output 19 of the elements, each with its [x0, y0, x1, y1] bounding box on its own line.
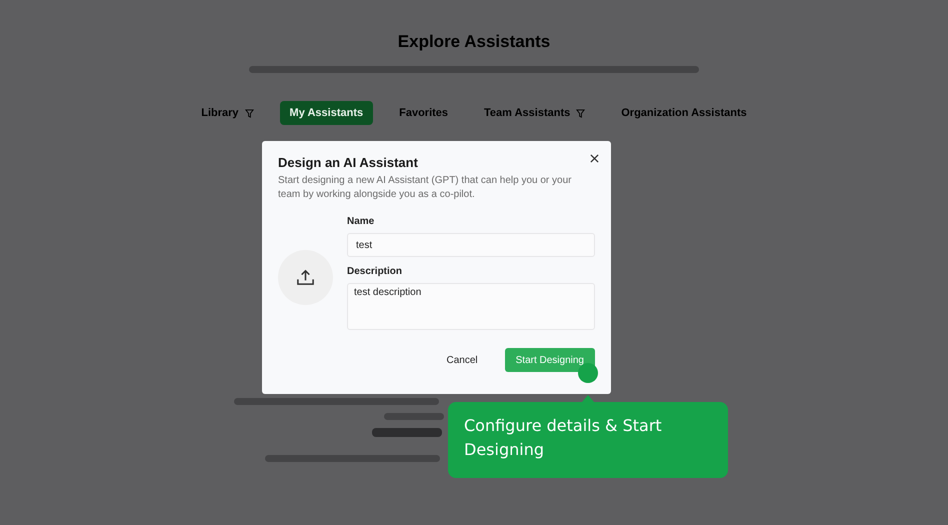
start-button[interactable]: Start Designing	[504, 348, 595, 372]
description-field[interactable]: test description	[347, 283, 595, 330]
dialog-description: Start designing a new AI Assistant (GPT) that can help you or your team by working alongside you as a co-pilot.	[278, 174, 572, 202]
blurred-text-line	[384, 413, 444, 420]
blurred-text-line	[372, 428, 442, 437]
tab[interactable]: My Assistants	[280, 101, 374, 125]
upload-icon	[296, 268, 315, 287]
tooltip-text: Configure details & Start Designing	[464, 416, 662, 459]
close-icon[interactable]	[590, 154, 599, 163]
name-field[interactable]: test	[347, 233, 595, 257]
page-title: Explore Assistants	[398, 32, 550, 52]
tab[interactable]: Library	[191, 101, 264, 125]
dialog-title: Design an AI Assistant	[278, 155, 419, 170]
tab[interactable]: Organization Assistants	[611, 101, 757, 125]
tab[interactable]: Team Assistants	[474, 101, 596, 125]
field-label: Description	[347, 266, 404, 277]
tab[interactable]: Favorites	[389, 101, 458, 125]
cancel-button[interactable]: Cancel	[435, 348, 489, 372]
field-label: Name	[347, 216, 376, 227]
